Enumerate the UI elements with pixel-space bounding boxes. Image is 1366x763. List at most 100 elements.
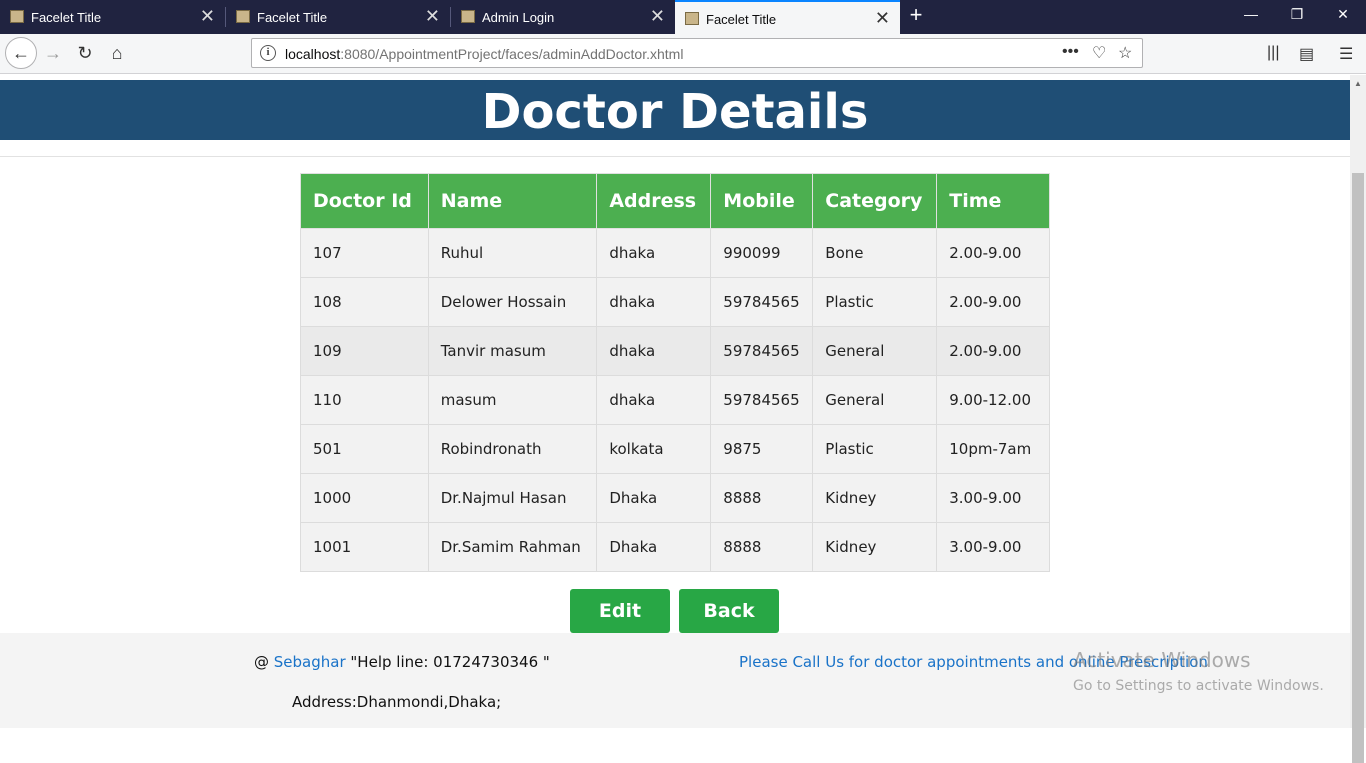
close-icon[interactable]: ✕	[875, 9, 890, 27]
page-favicon-icon	[10, 10, 24, 23]
table-cell: Robindronath	[427, 424, 598, 474]
table-cell: 501	[300, 424, 429, 474]
url-text[interactable]: localhost:8080/AppointmentProject/faces/…	[285, 46, 683, 62]
page-title: Doctor Details	[481, 84, 869, 140]
footer-address: Address:Dhanmondi,Dhaka;	[292, 693, 502, 711]
table-cell: 107	[300, 228, 429, 278]
page-favicon-icon	[461, 10, 475, 23]
back-arrow-icon[interactable]: ←	[5, 37, 37, 69]
sidebar-icon[interactable]: ▤	[1299, 44, 1314, 64]
doctor-table: Doctor Id Name Address Mobile Category T…	[300, 173, 1050, 572]
table-cell: Dr.Samim Rahman	[427, 522, 598, 572]
reload-icon[interactable]: ↻	[70, 38, 100, 68]
watermark-subtitle: Go to Settings to activate Windows.	[1073, 678, 1324, 694]
table-row: 501 Robindronath kolkata 9875 Plastic 10…	[300, 424, 1050, 474]
table-row: 110 masum dhaka 59784565 General 9.00-12…	[300, 375, 1050, 425]
tab-bar: Facelet Title ✕ Facelet Title ✕ Admin Lo…	[0, 0, 1366, 34]
tab-2[interactable]: Facelet Title ✕	[226, 0, 450, 34]
table-cell: 1000	[300, 473, 429, 523]
table-cell: 59784565	[710, 326, 814, 376]
table-cell: 1001	[300, 522, 429, 572]
table-cell: 2.00-9.00	[936, 326, 1050, 376]
table-cell: dhaka	[596, 326, 712, 376]
page-favicon-icon	[236, 10, 250, 23]
close-icon[interactable]: ✕	[425, 7, 440, 25]
table-cell: dhaka	[596, 277, 712, 327]
divider	[0, 156, 1350, 157]
menu-icon[interactable]: ☰	[1339, 44, 1353, 64]
table-cell: 59784565	[710, 375, 814, 425]
table-cell: 9.00-12.00	[936, 375, 1050, 425]
restore-icon[interactable]: ❐	[1282, 6, 1312, 26]
table-cell: Plastic	[812, 424, 938, 474]
new-tab-plus-icon[interactable]: +	[904, 4, 928, 28]
page-content: Doctor Details Doctor Id Name Address Mo…	[0, 75, 1350, 728]
minimize-icon[interactable]: —	[1236, 6, 1266, 26]
table-cell: 2.00-9.00	[936, 277, 1050, 327]
table-cell: Tanvir masum	[427, 326, 598, 376]
table-cell: 110	[300, 375, 429, 425]
bookmark-star-icon[interactable]: ☆	[1118, 43, 1132, 63]
page-actions-icon[interactable]: •••	[1062, 43, 1079, 61]
table-cell: 59784565	[710, 277, 814, 327]
footer-at: @	[254, 653, 274, 671]
table-cell: Ruhul	[427, 228, 598, 278]
column-header-time: Time	[936, 173, 1050, 229]
table-cell: Kidney	[812, 473, 938, 523]
page-favicon-icon	[685, 12, 699, 25]
table-cell: General	[812, 375, 938, 425]
close-icon[interactable]: ✕	[650, 7, 665, 25]
pocket-icon[interactable]: ♡	[1092, 43, 1106, 63]
sebaghar-link[interactable]: Sebaghar	[274, 653, 346, 671]
table-cell: 8888	[710, 473, 814, 523]
page-header: Doctor Details	[0, 80, 1350, 140]
table-cell: 109	[300, 326, 429, 376]
column-header-mobile: Mobile	[710, 173, 814, 229]
watermark-title: Activate Windows	[1073, 648, 1251, 672]
table-cell: masum	[427, 375, 598, 425]
url-host: localhost	[285, 46, 341, 62]
tab-label: Facelet Title	[31, 10, 102, 25]
table-row: 107 Ruhul dhaka 990099 Bone 2.00-9.00	[300, 228, 1050, 278]
table-cell: Dhaka	[596, 522, 712, 572]
column-header-doctor-id: Doctor Id	[300, 173, 429, 229]
tab-1[interactable]: Facelet Title ✕	[0, 0, 225, 34]
url-path: :8080/AppointmentProject/faces/adminAddD…	[340, 46, 684, 62]
table-cell: Dhaka	[596, 473, 712, 523]
table-row: 1000 Dr.Najmul Hasan Dhaka 8888 Kidney 3…	[300, 473, 1050, 523]
table-cell: General	[812, 326, 938, 376]
close-icon[interactable]: ✕	[200, 7, 215, 25]
url-bar[interactable]: i localhost:8080/AppointmentProject/face…	[251, 38, 1143, 68]
column-header-address: Address	[596, 173, 712, 229]
table-cell: 990099	[710, 228, 814, 278]
table-cell: 3.00-9.00	[936, 473, 1050, 523]
edit-button[interactable]: Edit	[570, 589, 670, 633]
table-cell: dhaka	[596, 228, 712, 278]
footer-helpline: @ Sebaghar "Help line: 01724730346 "	[254, 653, 550, 671]
windows-activation-watermark: Activate Windows Go to Settings to activ…	[1073, 648, 1324, 694]
table-cell: 8888	[710, 522, 814, 572]
forward-arrow-icon[interactable]: →	[38, 38, 68, 68]
table-header-row: Doctor Id Name Address Mobile Category T…	[300, 173, 1050, 229]
scrollbar-thumb[interactable]	[1352, 173, 1364, 763]
window-close-icon[interactable]: ✕	[1328, 6, 1358, 26]
table-cell: Dr.Najmul Hasan	[427, 473, 598, 523]
back-button[interactable]: Back	[679, 589, 779, 633]
info-icon[interactable]: i	[260, 45, 276, 61]
table-row: 109 Tanvir masum dhaka 59784565 General …	[300, 326, 1050, 376]
vertical-scrollbar[interactable]: ▲	[1350, 75, 1366, 763]
table-cell: dhaka	[596, 375, 712, 425]
tab-label: Facelet Title	[257, 10, 328, 25]
table-row: 108 Delower Hossain dhaka 59784565 Plast…	[300, 277, 1050, 327]
home-icon[interactable]: ⌂	[102, 38, 132, 68]
table-cell: Plastic	[812, 277, 938, 327]
tab-3[interactable]: Admin Login ✕	[451, 0, 675, 34]
table-cell: 108	[300, 277, 429, 327]
library-icon[interactable]: |||	[1267, 44, 1279, 62]
scroll-up-arrow-icon[interactable]: ▲	[1354, 79, 1362, 88]
tab-label: Admin Login	[482, 10, 555, 25]
table-row: 1001 Dr.Samim Rahman Dhaka 8888 Kidney 3…	[300, 522, 1050, 572]
table-cell: 10pm-7am	[936, 424, 1050, 474]
tab-4-active[interactable]: Facelet Title ✕	[675, 0, 900, 34]
column-header-category: Category	[812, 173, 938, 229]
